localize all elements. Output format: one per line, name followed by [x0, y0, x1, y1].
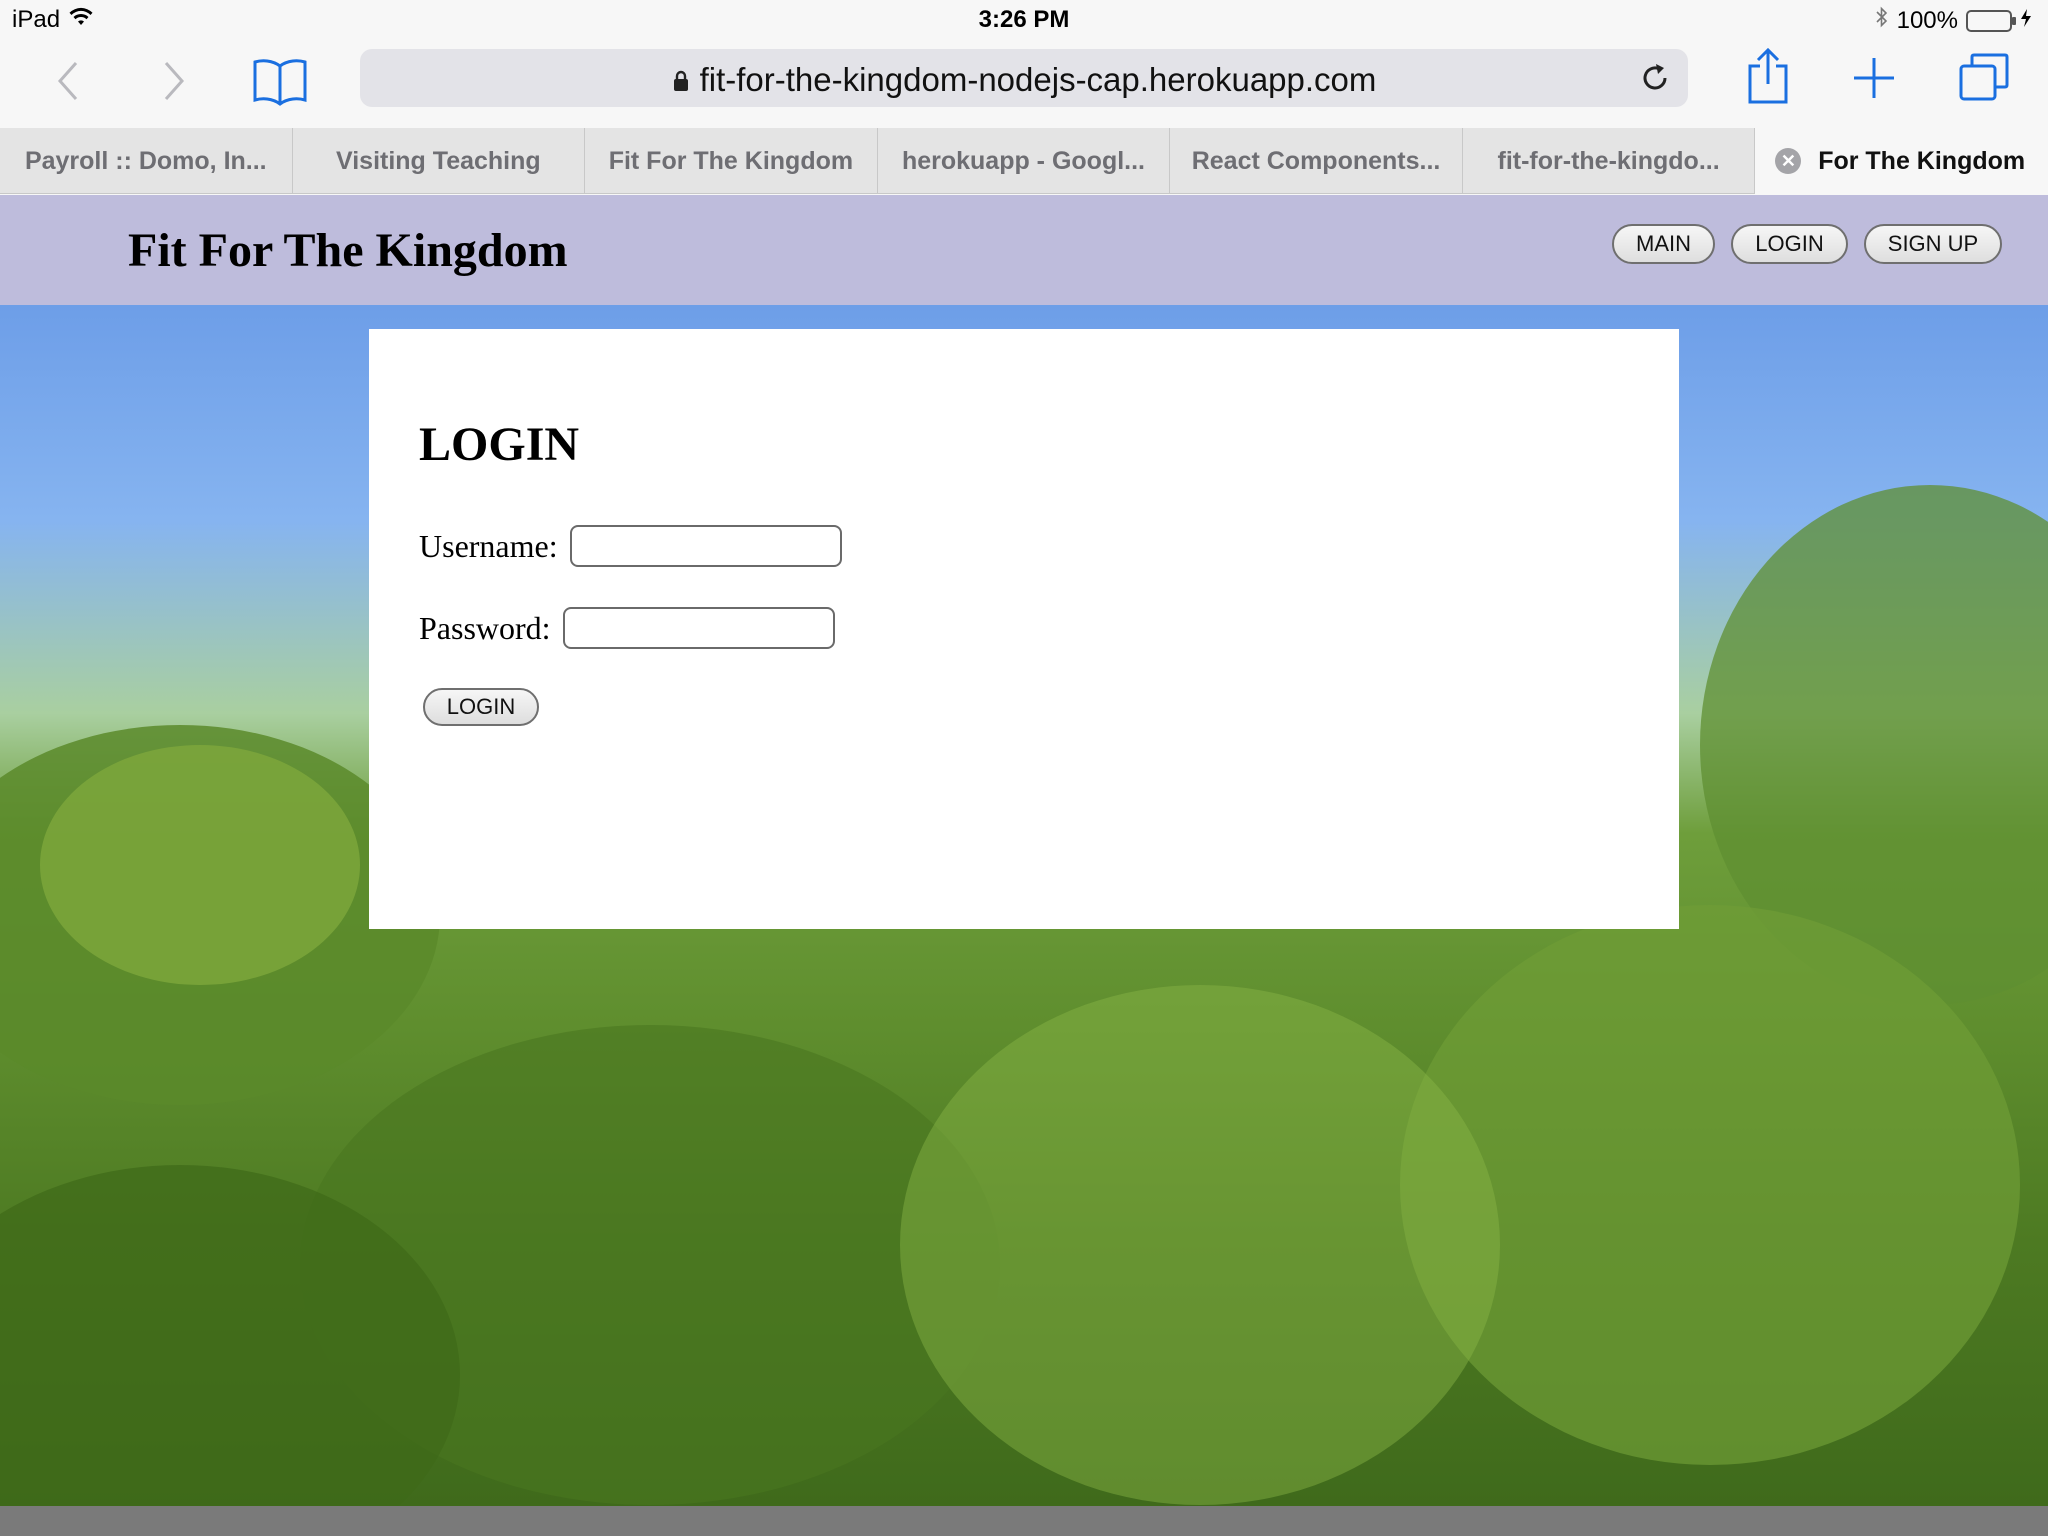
share-icon[interactable]: [1746, 47, 1790, 109]
tab-for-the-kingdom-active[interactable]: ✕ For The Kingdom: [1755, 128, 2048, 194]
login-card: LOGIN Username: Password: LOGIN: [369, 329, 1679, 929]
nav-main-button[interactable]: MAIN: [1612, 224, 1715, 264]
tab-herokuapp-google[interactable]: herokuapp - Googl...: [878, 128, 1171, 194]
web-page: Fit For The Kingdom MAIN LOGIN SIGN UP L…: [0, 195, 2048, 1506]
tab-bar: Payroll :: Domo, In... Visiting Teaching…: [0, 128, 2048, 194]
charging-icon: [2020, 7, 2032, 35]
reload-icon[interactable]: [1640, 63, 1670, 98]
site-header: Fit For The Kingdom MAIN LOGIN SIGN UP: [0, 195, 2048, 305]
tab-label: Payroll :: Domo, In...: [24, 146, 267, 175]
new-tab-plus-icon[interactable]: [1852, 56, 1896, 105]
tabs-overview-icon[interactable]: [1958, 52, 2010, 107]
tab-fit-for-the-kingdo[interactable]: fit-for-the-kingdo...: [1463, 128, 1756, 194]
tab-label: Visiting Teaching: [336, 146, 541, 175]
tab-label: herokuapp - Googl...: [901, 146, 1145, 175]
login-heading: LOGIN: [419, 418, 580, 471]
nav-signup-button[interactable]: SIGN UP: [1864, 224, 2002, 264]
browser-toolbar: fit-for-the-kingdom-nodejs-cap.herokuapp…: [0, 42, 2048, 128]
status-time: 3:26 PM: [978, 6, 1070, 33]
bluetooth-icon: [1875, 6, 1889, 35]
bookmarks-icon[interactable]: [252, 56, 308, 111]
battery-percent: 100%: [1896, 6, 1958, 34]
password-row: Password:: [419, 607, 835, 649]
tab-fit-for-the-kingdom[interactable]: Fit For The Kingdom: [585, 128, 878, 194]
address-bar-content: fit-for-the-kingdom-nodejs-cap.herokuapp…: [360, 61, 1688, 101]
password-label: Password:: [419, 609, 551, 646]
back-arrow-icon[interactable]: [56, 60, 80, 107]
login-submit-button[interactable]: LOGIN: [423, 688, 539, 726]
url-text: fit-for-the-kingdom-nodejs-cap.herokuapp…: [699, 61, 1377, 98]
battery-icon: [1966, 9, 2016, 32]
password-input[interactable]: [562, 607, 835, 649]
tab-label: fit-for-the-kingdo...: [1497, 146, 1720, 175]
tab-visiting-teaching[interactable]: Visiting Teaching: [293, 128, 586, 194]
tab-react-components[interactable]: React Components...: [1170, 128, 1463, 194]
username-row: Username:: [419, 525, 842, 567]
tab-label: For The Kingdom: [1818, 146, 2026, 175]
close-tab-icon[interactable]: ✕: [1775, 148, 1802, 174]
status-right: 100%: [1875, 6, 2032, 35]
lock-icon: [672, 63, 690, 101]
bottom-bar: [0, 1506, 2048, 1536]
tab-label: Fit For The Kingdom: [608, 146, 854, 175]
nav-login-button[interactable]: LOGIN: [1731, 224, 1848, 264]
forward-arrow-icon[interactable]: [162, 60, 186, 107]
username-input[interactable]: [569, 525, 842, 567]
username-label: Username:: [419, 527, 558, 564]
tab-payroll[interactable]: Payroll :: Domo, In...: [0, 128, 293, 194]
site-title: Fit For The Kingdom: [128, 224, 568, 277]
status-bar: iPad 3:26 PM 100%: [0, 0, 2048, 42]
address-bar[interactable]: fit-for-the-kingdom-nodejs-cap.herokuapp…: [360, 49, 1688, 107]
tab-label: React Components...: [1191, 146, 1441, 175]
